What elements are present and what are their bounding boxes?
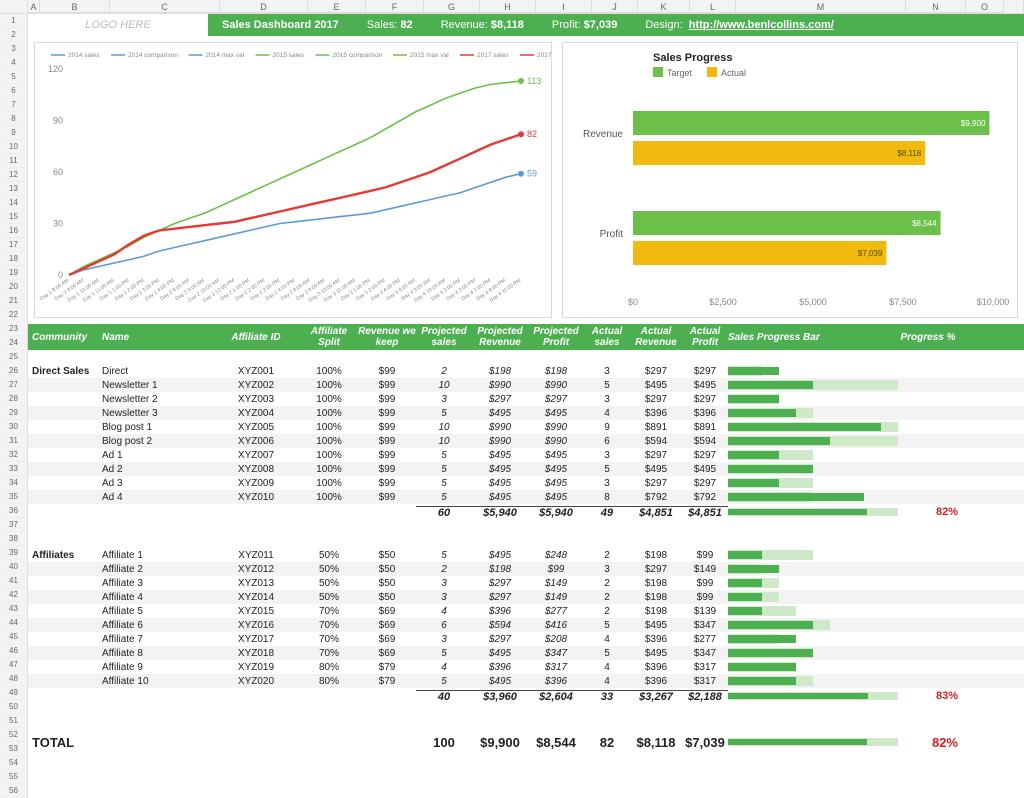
hdr-affid: Affiliate ID [212,332,300,343]
table-row[interactable]: Affiliate 7XYZ01770%$693$297$2084$396$27… [28,632,1024,646]
svg-text:$10,000: $10,000 [977,297,1010,307]
table-row[interactable]: Affiliate 3XYZ01350%$503$297$1492$198$99 [28,576,1024,590]
sales-progress-chart: Sales Progress Target Actual $0 $2,500 $5,000… [562,42,1018,318]
dashboard-title: Sales Dashboard 2017 [208,19,353,31]
svg-text:$0: $0 [628,297,638,307]
logo-placeholder: LOGO HERE [28,14,208,36]
table-row[interactable]: Ad 4XYZ010100%$995$495$4958$792$792 [28,490,1024,504]
svg-text:120: 120 [48,64,63,74]
grand-total: TOTAL 100 $9,900 $8,544 82 $8,118 $7,039… [28,732,1024,752]
svg-text:Target: Target [667,68,693,78]
hdr-community: Community [32,332,102,343]
column-headers[interactable]: ABCDEFGHIJKLMNO [0,0,1024,14]
spreadsheet[interactable]: ABCDEFGHIJKLMNO 123456789101112131415161… [0,0,1024,797]
svg-text:$7,039: $7,039 [858,249,883,258]
table-row[interactable]: Affiliate 2XYZ01250%$502$198$993$297$149 [28,562,1024,576]
table-row[interactable]: Ad 2XYZ008100%$995$495$4955$495$495 [28,462,1024,476]
svg-text:2014 max val: 2014 max val [206,52,245,59]
svg-text:Revenue: Revenue [583,129,623,140]
charts-row: 0306090120Day 1 8:00 AMDay 1 9:00 AMDay … [28,36,1024,324]
svg-text:0: 0 [58,270,63,280]
table-row[interactable]: Affiliate 6XYZ01670%$696$594$4165$495$34… [28,618,1024,632]
hdr-bar: Sales Progress Bar [728,332,898,343]
svg-text:$9,900: $9,900 [961,119,986,128]
hdr-pct: Progress % [898,332,958,343]
svg-text:2014 sales: 2014 sales [68,52,100,59]
svg-text:$2,500: $2,500 [709,297,737,307]
svg-text:2015 comparison: 2015 comparison [333,52,383,59]
hdr-revkeep: Revenue we keep [358,326,416,348]
svg-text:113: 113 [527,76,541,86]
table-header: Community Name Affiliate ID Affiliate Sp… [28,324,1024,350]
banner-profit: Profit: $7,039 [538,19,631,31]
table-row[interactable]: Ad 3XYZ009100%$995$495$4953$297$297 [28,476,1024,490]
svg-text:59: 59 [527,169,537,179]
affiliates-section: AffiliatesAffiliate 1XYZ01150%$505$495$2… [28,548,1024,688]
hdr-name: Name [102,332,212,343]
svg-text:60: 60 [53,167,63,177]
svg-text:Sales Progress: Sales Progress [653,52,733,64]
table-row[interactable]: Affiliate 4XYZ01450%$503$297$1492$198$99 [28,590,1024,604]
table-row[interactable]: Affiliate 5XYZ01570%$694$396$2772$198$13… [28,604,1024,618]
table-row[interactable]: Newsletter 1XYZ002100%$9910$990$9905$495… [28,378,1024,392]
table-row[interactable]: Ad 1XYZ007100%$995$495$4953$297$297 [28,448,1024,462]
banner-revenue: Revenue: $8,118 [427,19,538,31]
svg-text:$5,000: $5,000 [799,297,827,307]
hdr-asales: Actual sales [584,326,630,348]
affiliates-subtotal: 40 $3,960 $2,604 33 $3,267 $2,188 83% [28,688,1024,704]
hdr-pprofit: Projected Profit [528,326,584,348]
hdr-prev: Projected Revenue [472,326,528,348]
table-row[interactable]: Blog post 2XYZ006100%$9910$990$9906$594$… [28,434,1024,448]
table-row[interactable]: Affiliate 9XYZ01980%$794$396$3174$396$31… [28,660,1024,674]
svg-text:2017 max val: 2017 max val [537,52,551,59]
banner-design: Design: http://www.benlcollins.com/ [631,19,847,31]
svg-text:82: 82 [527,129,537,139]
table-row[interactable]: Direct SalesDirectXYZ001100%$992$198$198… [28,364,1024,378]
svg-text:$7,500: $7,500 [889,297,917,307]
hdr-aprofit: Actual Profit [682,326,728,348]
hdr-arev: Actual Revenue [630,326,682,348]
svg-text:Actual: Actual [721,68,746,78]
svg-text:2015 sales: 2015 sales [273,52,305,59]
table-row[interactable]: Blog post 1XYZ005100%$9910$990$9909$891$… [28,420,1024,434]
svg-text:90: 90 [53,116,63,126]
banner-sales: Sales: 82 [353,19,427,31]
svg-text:30: 30 [53,219,63,229]
svg-text:2015 max val: 2015 max val [410,52,449,59]
hdr-psales: Projected sales [416,326,472,348]
row-headers[interactable]: 1234567891011121314151617181920212223242… [0,14,28,798]
hdr-split: Affiliate Split [300,326,358,348]
sheet-grid[interactable]: LOGO HERE Sales Dashboard 2017 Sales: 82… [28,14,1024,752]
direct-subtotal: 60 $5,940 $5,940 49 $4,851 $4,851 82% [28,504,1024,520]
table-row[interactable]: Newsletter 2XYZ003100%$993$297$2973$297$… [28,392,1024,406]
svg-text:2017 sales: 2017 sales [477,52,509,59]
svg-text:Profit: Profit [600,229,624,240]
direct-sales-section: Direct SalesDirectXYZ001100%$992$198$198… [28,364,1024,504]
table-row[interactable]: Affiliate 10XYZ02080%$795$495$3964$396$3… [28,674,1024,688]
dashboard-banner: LOGO HERE Sales Dashboard 2017 Sales: 82… [28,14,1024,36]
sales-trend-chart: 0306090120Day 1 8:00 AMDay 1 9:00 AMDay … [34,42,552,318]
design-link[interactable]: http://www.benlcollins.com/ [689,19,834,31]
table-row[interactable]: AffiliatesAffiliate 1XYZ01150%$505$495$2… [28,548,1024,562]
svg-text:2014 comparison: 2014 comparison [128,52,178,59]
table-row[interactable]: Newsletter 3XYZ004100%$995$495$4954$396$… [28,406,1024,420]
svg-text:$8,118: $8,118 [897,149,921,158]
table-row[interactable]: Affiliate 8XYZ01870%$695$495$3475$495$34… [28,646,1024,660]
svg-text:$8,544: $8,544 [912,219,937,228]
